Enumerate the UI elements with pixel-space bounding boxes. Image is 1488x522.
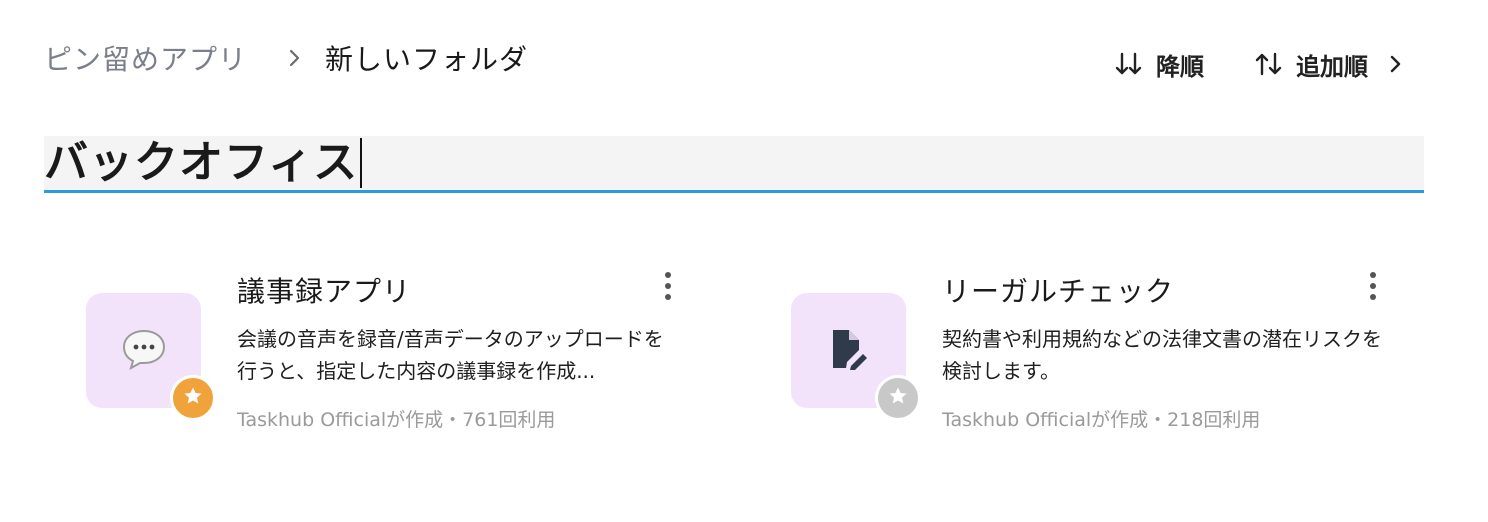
swap-vertical-icon <box>1254 49 1284 79</box>
breadcrumb: ピン留めアプリ 新しいフォルダ <box>44 36 528 80</box>
sort-by-button[interactable]: 追加順 <box>1254 47 1404 82</box>
app-title[interactable]: リーガルチェック <box>942 270 1174 310</box>
breadcrumb-current: 新しいフォルダ <box>325 43 529 76</box>
breadcrumb-parent-link[interactable]: ピン留めアプリ <box>44 38 247 78</box>
folder-title-input[interactable]: バックオフィス <box>44 136 1424 193</box>
more-vertical-icon <box>1369 271 1377 305</box>
chevron-right-icon[interactable] <box>1388 52 1404 76</box>
star-icon <box>183 386 203 410</box>
app-description: 契約書や利用規約などの法律文書の潜在リスクを検討します。 <box>942 327 1382 383</box>
sort-by-label: 追加順 <box>1296 52 1368 81</box>
speech-bubble-icon <box>121 328 167 374</box>
sort-order-label: 降順 <box>1156 52 1204 81</box>
favorite-toggle[interactable] <box>875 375 921 421</box>
app-title[interactable]: 議事録アプリ <box>237 270 411 310</box>
app-meta: Taskhub Officialが作成・761回利用 <box>237 409 556 431</box>
sort-controls: 降順 追加順 <box>1114 42 1404 86</box>
favorite-toggle[interactable] <box>170 375 216 421</box>
app-description: 会議の音声を録音/音声データのアップロードを行うと、指定した内容の議事録を作成.… <box>237 327 664 383</box>
sort-order-button[interactable]: 降順 <box>1114 47 1204 82</box>
app-card[interactable]: 議事録アプリ 会議の音声を録音/音声データのアップロードを行うと、指定した内容の… <box>86 262 706 442</box>
sort-down-icon <box>1114 49 1144 79</box>
text-cursor <box>360 138 363 188</box>
more-vertical-icon <box>664 271 672 305</box>
more-menu-button[interactable] <box>1361 272 1385 304</box>
app-meta: Taskhub Officialが作成・218回利用 <box>942 409 1261 431</box>
folder-title-text: バックオフィス <box>44 137 359 188</box>
app-card[interactable]: リーガルチェック 契約書や利用規約などの法律文書の潜在リスクを検討します。 Ta… <box>791 262 1411 442</box>
chevron-right-icon <box>287 48 303 68</box>
more-menu-button[interactable] <box>656 272 680 304</box>
document-edit-icon <box>829 328 869 374</box>
star-icon <box>888 386 908 410</box>
